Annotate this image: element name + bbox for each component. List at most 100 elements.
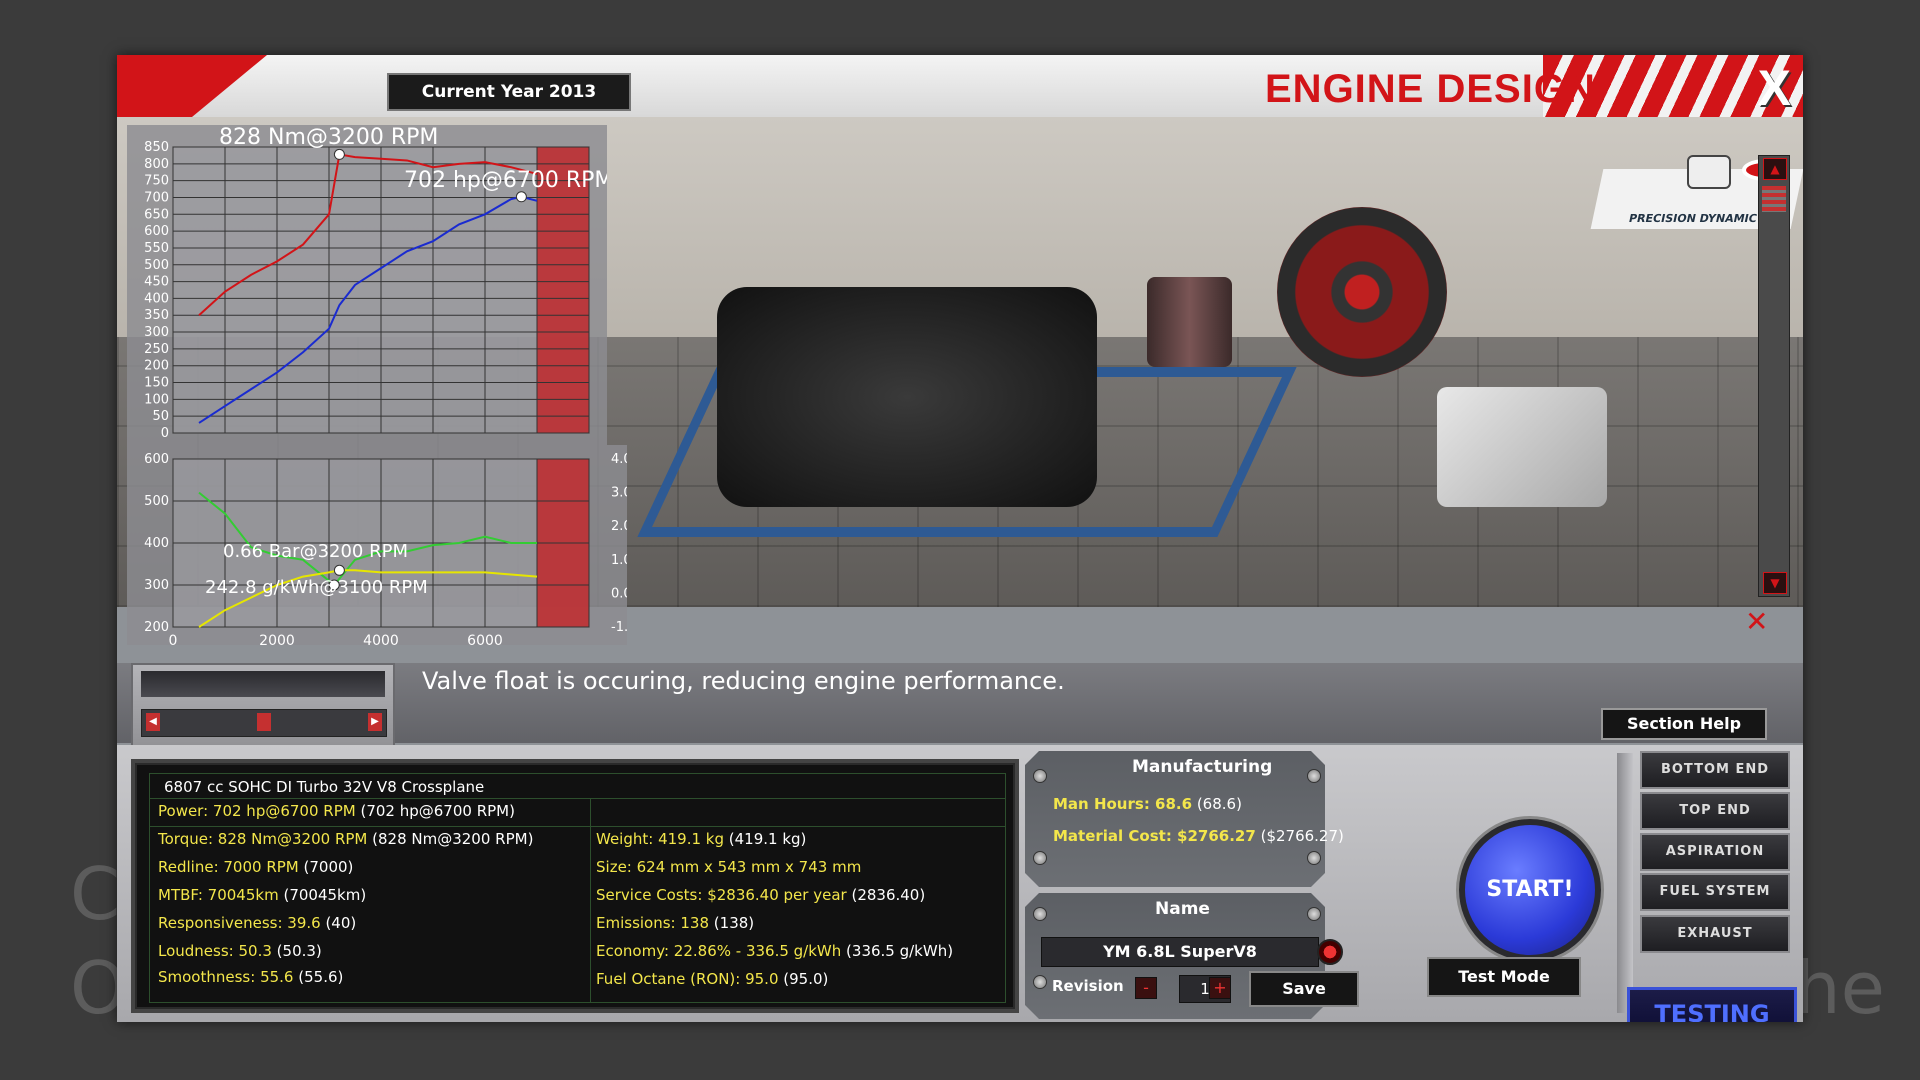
y-tick-label: 750	[144, 174, 169, 189]
revision-plus-button[interactable]: +	[1209, 977, 1231, 999]
oil-barrel	[1147, 277, 1232, 367]
screw-icon	[1033, 769, 1047, 783]
tab-bottom-end[interactable]: BOTTOM END	[1640, 751, 1790, 789]
header-bar: Current Year 2013 ENGINE DESIGN X	[117, 55, 1803, 117]
right-tick-label: 4.0	[611, 452, 627, 467]
side-menu-rail	[1617, 753, 1633, 1013]
man-hours: Man Hours: 68.6 (68.6)	[1053, 795, 1242, 813]
x-tick-label: 2000	[259, 633, 295, 645]
dyno-fan	[1277, 207, 1447, 377]
y-tick-label: 150	[144, 376, 169, 391]
y-tick-label: 300	[144, 325, 169, 340]
boost-bsfc-graph: 20030040050060002000400060004.03.02.01.0…	[127, 445, 627, 645]
engine-stats-panel: 6807 cc SOHC DI Turbo 32V V8 Crossplane …	[131, 759, 1019, 1013]
y-tick-label: 50	[152, 409, 169, 424]
y-tick-label: 550	[144, 241, 169, 256]
scroll-thumb[interactable]	[1762, 186, 1786, 212]
manufacturing-title: Manufacturing	[1132, 757, 1273, 777]
stat-smoothness: Smoothness: 55.6 (55.6)	[158, 968, 344, 986]
engine-design-window: PRECISION DYNAMIC ▲ ▼ ✕ Current Year 201…	[117, 55, 1803, 1022]
right-tick-label: -1.0	[611, 620, 627, 635]
revision-label: Revision	[1052, 977, 1124, 995]
peak-annotation: 702 hp@6700 RPM	[404, 168, 607, 193]
stat-economy: Economy: 22.86% - 336.5 g/kWh (336.5 g/k…	[596, 942, 954, 960]
stats-grid: 6807 cc SOHC DI Turbo 32V V8 Crossplane …	[149, 773, 1006, 1003]
section-help-button[interactable]: Section Help	[1601, 708, 1767, 740]
x-tick-label: 4000	[363, 633, 399, 645]
stat-power: Power: 702 hp@6700 RPM (702 hp@6700 RPM)	[158, 802, 515, 820]
screw-icon	[1033, 907, 1047, 921]
stat-size: Size: 624 mm x 543 mm x 743 mm	[596, 858, 862, 876]
tab-fuel-system[interactable]: FUEL SYSTEM	[1640, 873, 1790, 911]
header-stripe-left	[117, 55, 267, 117]
x-tick-label: 0	[169, 633, 178, 645]
slider-left-icon[interactable]: ◀	[146, 713, 160, 731]
stat-service-costs: Service Costs: $2836.40 per year (2836.4…	[596, 886, 926, 904]
stat-loudness: Loudness: 50.3 (50.3)	[158, 942, 322, 960]
save-button[interactable]: Save	[1249, 971, 1359, 1007]
stat-weight: Weight: 419.1 kg (419.1 kg)	[596, 830, 807, 848]
y-tick-label: 600	[144, 452, 169, 467]
y-tick-label: 700	[144, 190, 169, 205]
stat-mtbf: MTBF: 70045km (70045km)	[158, 886, 367, 904]
engine-name-field[interactable]: YM 6.8L SuperV8	[1041, 937, 1319, 967]
y-tick-label: 450	[144, 275, 169, 290]
right-tick-label: 0.0	[611, 586, 627, 601]
y-tick-label: 500	[144, 494, 169, 509]
stat-responsiveness: Responsiveness: 39.6 (40)	[158, 914, 357, 932]
y-tick-label: 200	[144, 359, 169, 374]
tab-exhaust[interactable]: EXHAUST	[1640, 915, 1790, 953]
viewport-zoom-scrollbar[interactable]: ▲ ▼	[1758, 155, 1790, 597]
reset-view-icon[interactable]: ✕	[1745, 605, 1768, 638]
screw-icon	[1033, 851, 1047, 865]
y-tick-label: 200	[144, 620, 169, 635]
scroll-down-icon[interactable]: ▼	[1763, 572, 1787, 594]
peak-marker	[515, 191, 527, 203]
quality-panel: ◀ ▶	[131, 663, 395, 757]
engine-model	[717, 287, 1097, 507]
y-tick-label: 850	[144, 140, 169, 155]
slider-thumb[interactable]	[257, 713, 271, 731]
background-text-he: he	[1795, 946, 1885, 1030]
right-tick-label: 1.0	[611, 553, 627, 568]
x-tick-label: 6000	[467, 633, 503, 645]
torque-power-graph: 0 50 100 150 200 250 300 350 400 450 500 550 600 650 7…	[127, 125, 607, 445]
scroll-up-icon[interactable]: ▲	[1763, 158, 1787, 180]
stat-fuel-octane: Fuel Octane (RON): 95.0 (95.0)	[596, 970, 829, 988]
screw-icon	[1307, 769, 1321, 783]
boost-bsfc-svg: 20030040050060002000400060004.03.02.01.0…	[144, 452, 627, 645]
background-letter-c: C	[70, 852, 121, 936]
start-button[interactable]: START!	[1459, 819, 1601, 961]
current-year: Current Year 2013	[387, 73, 631, 111]
revision-minus-button[interactable]: -	[1135, 977, 1157, 999]
material-cost: Material Cost: $2766.27 ($2766.27)	[1053, 827, 1344, 845]
page-title: ENGINE DESIGN	[1265, 67, 1596, 111]
y-tick-label: 100	[144, 392, 169, 407]
peak-marker	[333, 148, 345, 160]
peak-annotation: 828 Nm@3200 RPM	[219, 125, 438, 150]
torque-power-svg: 0501001502002503003504004505005506006507…	[144, 125, 607, 441]
peak-annotation: 242.8 g/kWh@3100 RPM	[205, 577, 428, 598]
camera-icon[interactable]	[1687, 155, 1731, 189]
y-tick-label: 0	[161, 426, 169, 441]
tab-testing[interactable]: TESTING	[1627, 987, 1797, 1022]
screw-icon	[1033, 975, 1047, 989]
right-tick-label: 3.0	[611, 486, 627, 501]
engine-description: 6807 cc SOHC DI Turbo 32V V8 Crossplane	[164, 778, 485, 796]
y-tick-label: 600	[144, 224, 169, 239]
tab-top-end[interactable]: TOP END	[1640, 792, 1790, 830]
close-button[interactable]: X	[1758, 59, 1791, 117]
peak-marker	[333, 564, 345, 576]
stat-torque: Torque: 828 Nm@3200 RPM (828 Nm@3200 RPM…	[158, 830, 534, 848]
fuel-tank	[1437, 387, 1607, 507]
right-tick-label: 2.0	[611, 519, 627, 534]
screw-icon	[1307, 907, 1321, 921]
tab-aspiration[interactable]: ASPIRATION	[1640, 833, 1790, 871]
quality-slider[interactable]: ◀ ▶	[141, 709, 387, 737]
test-mode-button[interactable]: Test Mode	[1427, 957, 1581, 997]
randomize-name-icon[interactable]	[1317, 939, 1343, 965]
slider-right-icon[interactable]: ▶	[368, 713, 382, 731]
y-tick-label: 800	[144, 157, 169, 172]
stat-emissions: Emissions: 138 (138)	[596, 914, 755, 932]
y-tick-label: 400	[144, 291, 169, 306]
